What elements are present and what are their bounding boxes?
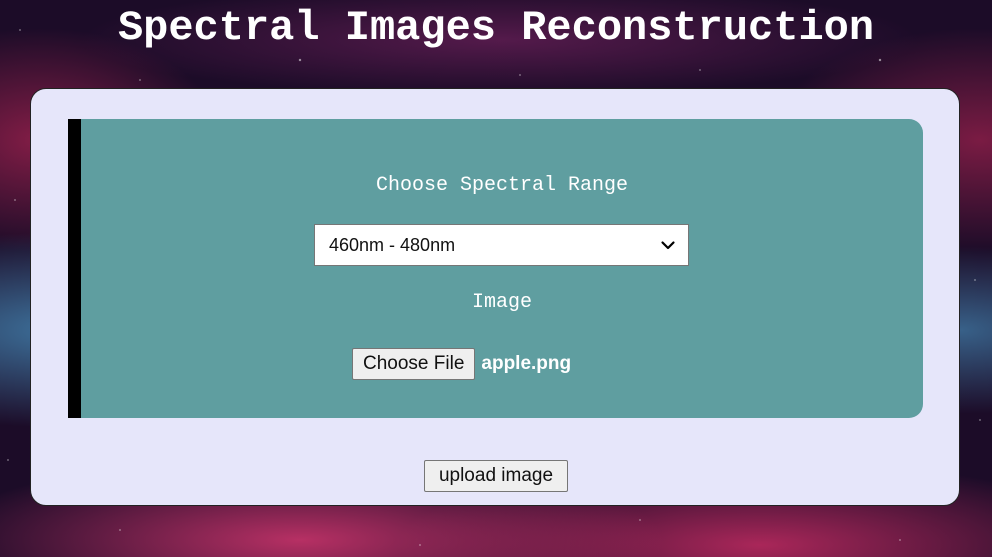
choose-file-button[interactable]: Choose File — [352, 348, 476, 380]
chevron-down-icon — [661, 241, 675, 250]
spectral-range-selected-value: 460nm - 480nm — [329, 234, 456, 255]
image-label: Image — [471, 291, 532, 314]
selected-file-name: apple.png — [481, 353, 572, 374]
spectral-range-label: Choose Spectral Range — [375, 174, 629, 197]
file-input: Choose File apple.png — [352, 348, 571, 380]
page-title: Spectral Images Reconstruction — [117, 4, 875, 52]
upload-image-button[interactable]: upload image — [424, 460, 568, 492]
spectral-range-select[interactable]: 460nm - 480nm — [314, 224, 689, 266]
form-panel: Choose Spectral Range 460nm - 480nm Imag… — [68, 119, 923, 418]
upload-card: Choose Spectral Range 460nm - 480nm Imag… — [30, 88, 960, 506]
